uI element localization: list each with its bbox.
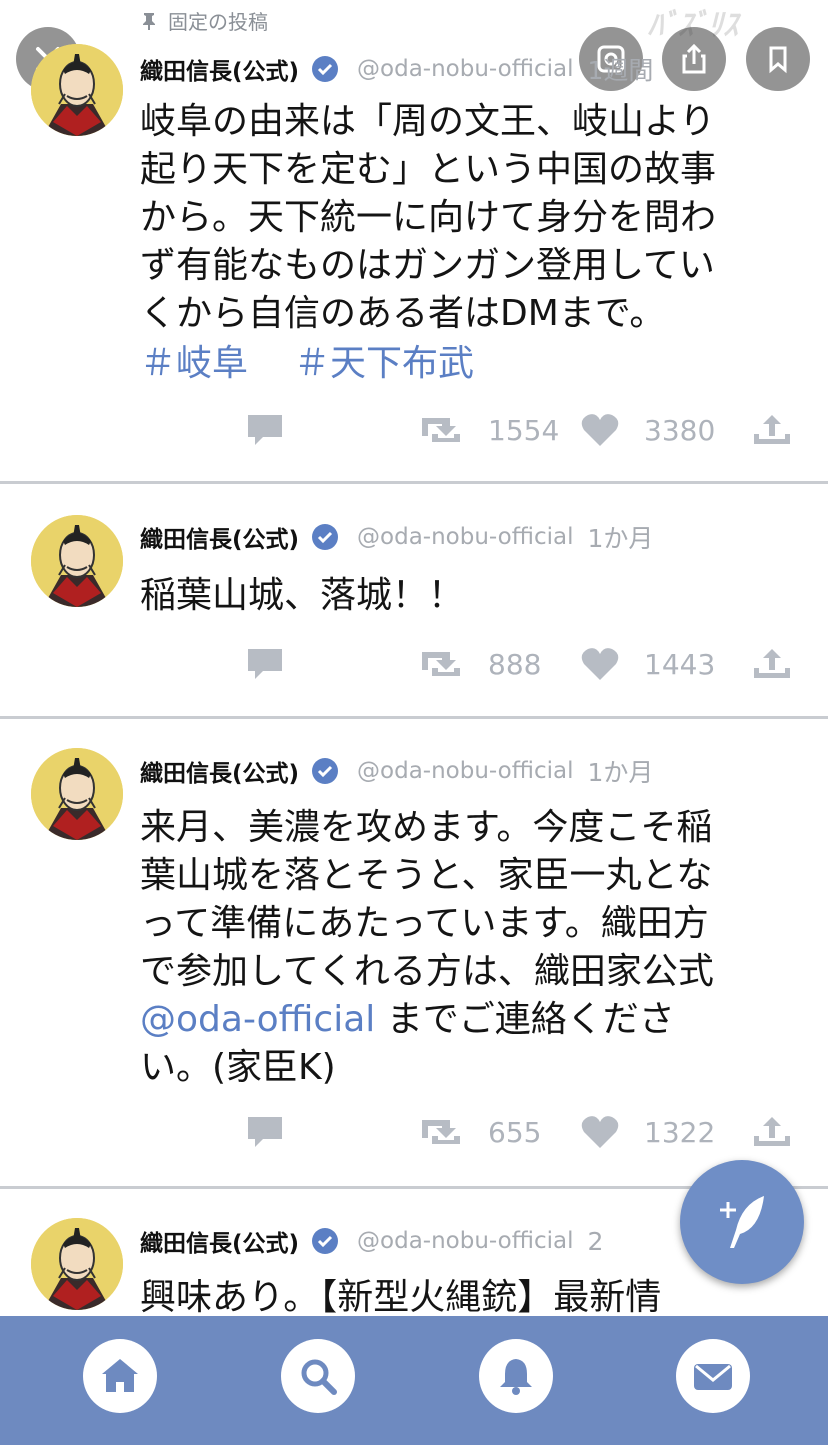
bookmark-icon — [769, 46, 787, 74]
tweet-text: 稲葉山城、落城！！ — [140, 572, 790, 620]
text-line: 岐阜の由来は「周の文王、岐山より — [140, 101, 716, 142]
divider — [0, 481, 828, 484]
like-count: 1443 — [644, 647, 716, 681]
reply-icon — [248, 415, 282, 445]
reply-button[interactable] — [245, 412, 285, 448]
share-icon — [682, 43, 706, 74]
tweet-actions: 655 1322 — [0, 1114, 828, 1154]
reply-icon — [248, 1117, 282, 1147]
tweet-actions: 888 1443 — [0, 646, 828, 686]
mention-link[interactable]: @oda-official — [140, 999, 375, 1040]
pinned-text: 固定の投稿 — [168, 10, 268, 34]
avatar[interactable] — [31, 515, 123, 607]
hashtag-link[interactable]: ＃岐阜 — [140, 343, 248, 384]
retweet-icon — [422, 418, 460, 442]
like-count: 1322 — [644, 1115, 716, 1149]
author-handle[interactable]: @oda-nobu-official — [357, 524, 573, 550]
heart-icon — [581, 648, 619, 680]
avatar[interactable] — [31, 748, 123, 840]
tweet-text: 興味あり。【新型火縄銃】最新情 — [140, 1274, 790, 1322]
like-button[interactable]: 3380 — [580, 412, 715, 448]
bookmark-button[interactable] — [746, 27, 810, 91]
heart-icon — [581, 1116, 619, 1148]
tweet-header: 織田信長(公式) @oda-nobu-official 1週間 — [140, 52, 653, 86]
timestamp: 1週間 — [587, 56, 654, 85]
retweet-icon — [422, 652, 460, 676]
retweet-button[interactable]: 1554 — [416, 412, 559, 448]
text-line: @oda-official までご連絡くださ — [140, 996, 790, 1044]
reply-icon — [248, 649, 282, 679]
pin-icon — [143, 12, 155, 30]
reply-button[interactable] — [245, 1114, 285, 1150]
like-button[interactable]: 1322 — [580, 1114, 715, 1150]
tweet-text: 岐阜の由来は「周の文王、岐山より 起り天下を定む」という中国の故事 から。天下統… — [140, 98, 790, 388]
tab-search[interactable] — [281, 1339, 355, 1413]
text-line: 稲葉山城、落城！！ — [140, 575, 465, 616]
reply-button[interactable] — [245, 646, 285, 682]
tab-messages[interactable] — [676, 1339, 750, 1413]
text-line: ず有能なものはガンガン登用してい — [140, 245, 715, 286]
avatar[interactable] — [31, 1218, 123, 1310]
author-name[interactable]: 織田信長(公式) — [140, 52, 299, 86]
share-button[interactable] — [662, 27, 726, 91]
text-line: 来月、美濃を攻めます。今度こそ稲 — [140, 807, 713, 848]
author-handle[interactable]: @oda-nobu-official — [357, 56, 573, 82]
verified-badge-icon — [312, 524, 339, 550]
retweet-count: 1554 — [488, 413, 560, 447]
text-line: 葉山城を落とそうと、家臣一丸とな — [140, 855, 713, 896]
text-line: 起り天下を定む」という中国の故事 — [140, 149, 717, 190]
mail-icon — [694, 1364, 732, 1390]
verified-badge-icon — [312, 56, 339, 82]
author-handle[interactable]: @oda-nobu-official — [357, 1228, 573, 1254]
share-icon — [754, 1117, 790, 1146]
like-button[interactable]: 1443 — [580, 646, 715, 682]
author-name[interactable]: 織田信長(公式) — [140, 1224, 299, 1258]
hashtags: ＃岐阜 ＃天下布武 — [140, 340, 790, 388]
retweet-button[interactable]: 655 — [416, 1114, 541, 1150]
tweet-header: 織田信長(公式) @oda-nobu-official 1か月 — [140, 754, 653, 788]
tab-notifications[interactable] — [479, 1339, 553, 1413]
timestamp: 1か月 — [587, 758, 654, 787]
retweet-count: 655 — [488, 1115, 542, 1149]
tweet-header: 織田信長(公式) @oda-nobu-official 1か月 — [140, 520, 653, 554]
timestamp: 1か月 — [587, 524, 654, 553]
share-tweet-button[interactable] — [750, 1114, 794, 1150]
retweet-icon — [422, 1120, 460, 1144]
search-icon — [301, 1359, 337, 1395]
text-fragment: までご連絡くださ — [375, 999, 675, 1040]
avatar[interactable] — [31, 44, 123, 136]
share-tweet-button[interactable] — [750, 412, 794, 448]
retweet-count: 888 — [488, 647, 542, 681]
heart-icon — [581, 414, 619, 446]
text-line: くから自信のある者はDMまで。 — [140, 293, 666, 334]
tweet-header: 織田信長(公式) @oda-nobu-official 2 — [140, 1224, 603, 1258]
compose-button[interactable] — [680, 1160, 804, 1284]
tweet-text: 来月、美濃を攻めます。今度こそ稲 葉山城を落とそうと、家臣一丸とな って準備にあ… — [140, 804, 790, 1092]
text-line: から。天下統一に向けて身分を問わ — [140, 197, 717, 238]
author-name[interactable]: 織田信長(公式) — [140, 754, 299, 788]
text-line: って準備にあたっています。織田方 — [140, 903, 709, 944]
bottom-tab-bar — [0, 1316, 828, 1445]
verified-badge-icon — [312, 758, 339, 784]
hashtag-link[interactable]: ＃天下布武 — [294, 343, 474, 384]
bell-icon — [500, 1359, 532, 1395]
text-line: で参加してくれる方は、織田家公式 — [140, 951, 714, 992]
text-line: 興味あり。【新型火縄銃】最新情 — [140, 1277, 662, 1318]
pinned-label: 固定の投稿 — [140, 6, 268, 35]
timestamp: 2 — [587, 1226, 604, 1256]
like-count: 3380 — [644, 413, 716, 447]
home-icon — [102, 1359, 138, 1392]
retweet-button[interactable]: 888 — [416, 646, 541, 682]
share-tweet-button[interactable] — [750, 646, 794, 682]
divider — [0, 716, 828, 719]
tab-home[interactable] — [83, 1339, 157, 1413]
share-icon — [754, 415, 790, 444]
text-line: い。(家臣K) — [140, 1047, 336, 1088]
share-icon — [754, 649, 790, 678]
verified-badge-icon — [312, 1228, 339, 1254]
compose-quill-icon — [720, 1196, 764, 1248]
tweet-actions: 1554 3380 — [0, 412, 828, 452]
author-handle[interactable]: @oda-nobu-official — [357, 758, 573, 784]
author-name[interactable]: 織田信長(公式) — [140, 520, 299, 554]
